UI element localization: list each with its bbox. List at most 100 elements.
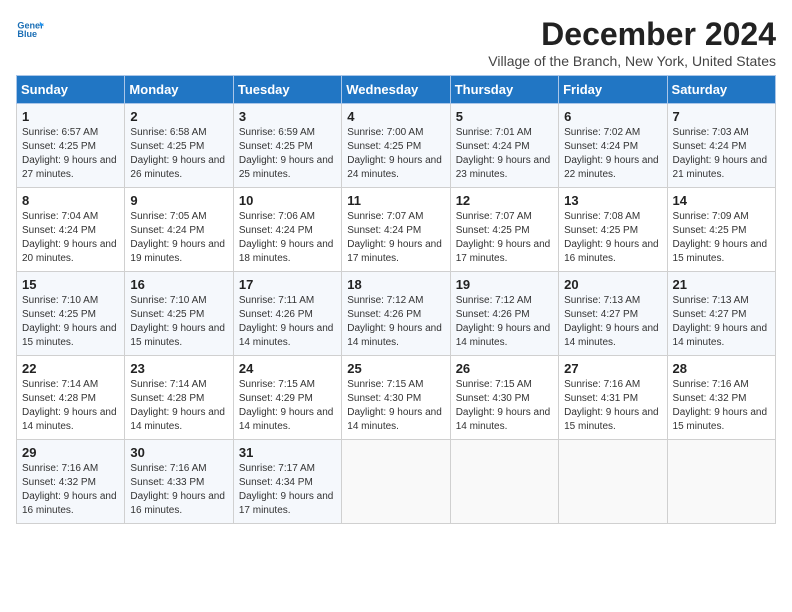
day-number: 28 — [673, 361, 770, 376]
day-number: 17 — [239, 277, 336, 292]
calendar-cell: 19Sunrise: 7:12 AM Sunset: 4:26 PM Dayli… — [450, 272, 558, 356]
weekday-header: Saturday — [667, 76, 775, 104]
day-number: 27 — [564, 361, 661, 376]
day-info: Sunrise: 7:10 AM Sunset: 4:25 PM Dayligh… — [22, 294, 119, 350]
weekday-header: Tuesday — [233, 76, 341, 104]
calendar-cell: 5 Sunrise: 7:01 AM Sunset: 4:24 PM Daylig… — [450, 104, 558, 188]
day-number: 12 — [456, 193, 553, 208]
day-info: Sunrise: 7:11 AM Sunset: 4:26 PM Dayligh… — [239, 294, 336, 350]
day-number: 5 — [456, 109, 553, 124]
calendar-cell — [667, 440, 775, 524]
day-number: 13 — [564, 193, 661, 208]
month-title: December 2024 — [488, 16, 776, 53]
calendar-cell: 12 Sunrise: 7:07 AM Sunset: 4:25 PM Dayli… — [450, 188, 558, 272]
calendar-week-row: 22 Sunrise: 7:14 AM Sunset: 4:28 PM Dayli… — [17, 356, 776, 440]
calendar-cell: 22 Sunrise: 7:14 AM Sunset: 4:28 PM Dayli… — [17, 356, 125, 440]
calendar-cell: 9 Sunrise: 7:05 AM Sunset: 4:24 PM Daylig… — [125, 188, 233, 272]
calendar-cell: 25 Sunrise: 7:15 AM Sunset: 4:30 PM Dayli… — [342, 356, 450, 440]
day-number: 20 — [564, 277, 661, 292]
day-number: 18 — [347, 277, 444, 292]
weekday-header: Monday — [125, 76, 233, 104]
day-info: Sunrise: 7:16 AM Sunset: 4:31 PM Dayligh… — [564, 378, 661, 434]
day-info: Sunrise: 7:08 AM Sunset: 4:25 PM Dayligh… — [564, 210, 661, 266]
calendar-week-row: 1 Sunrise: 6:57 AM Sunset: 4:25 PM Daylig… — [17, 104, 776, 188]
header: General Blue December 2024 Village of th… — [16, 16, 776, 69]
day-info: Sunrise: 7:13 AM Sunset: 4:27 PM Dayligh… — [564, 294, 661, 350]
day-number: 14 — [673, 193, 770, 208]
title-area: December 2024 Village of the Branch, New… — [488, 16, 776, 69]
logo: General Blue — [16, 16, 44, 44]
calendar-week-row: 29Sunrise: 7:16 AM Sunset: 4:32 PM Dayli… — [17, 440, 776, 524]
calendar-cell: 31 Sunrise: 7:17 AM Sunset: 4:34 PM Dayli… — [233, 440, 341, 524]
calendar-cell: 27 Sunrise: 7:16 AM Sunset: 4:31 PM Dayli… — [559, 356, 667, 440]
day-info: Sunrise: 7:15 AM Sunset: 4:30 PM Dayligh… — [456, 378, 553, 434]
day-number: 30 — [130, 445, 227, 460]
day-number: 25 — [347, 361, 444, 376]
day-number: 26 — [456, 361, 553, 376]
day-info: Sunrise: 7:10 AM Sunset: 4:25 PM Dayligh… — [130, 294, 227, 350]
calendar-cell — [559, 440, 667, 524]
day-info: Sunrise: 7:15 AM Sunset: 4:29 PM Dayligh… — [239, 378, 336, 434]
calendar-week-row: 15Sunrise: 7:10 AM Sunset: 4:25 PM Dayli… — [17, 272, 776, 356]
day-info: Sunrise: 6:59 AM Sunset: 4:25 PM Dayligh… — [239, 126, 336, 182]
weekday-header: Thursday — [450, 76, 558, 104]
calendar-cell: 6Sunrise: 7:02 AM Sunset: 4:24 PM Daylig… — [559, 104, 667, 188]
calendar-cell: 23Sunrise: 7:14 AM Sunset: 4:28 PM Dayli… — [125, 356, 233, 440]
day-number: 16 — [130, 277, 227, 292]
day-info: Sunrise: 7:07 AM Sunset: 4:24 PM Dayligh… — [347, 210, 444, 266]
day-number: 24 — [239, 361, 336, 376]
weekday-header: Sunday — [17, 76, 125, 104]
day-info: Sunrise: 7:16 AM Sunset: 4:32 PM Dayligh… — [673, 378, 770, 434]
subtitle: Village of the Branch, New York, United … — [488, 53, 776, 69]
day-number: 11 — [347, 193, 444, 208]
day-number: 3 — [239, 109, 336, 124]
calendar-cell: 8Sunrise: 7:04 AM Sunset: 4:24 PM Daylig… — [17, 188, 125, 272]
calendar-header-row: SundayMondayTuesdayWednesdayThursdayFrid… — [17, 76, 776, 104]
calendar-cell: 3 Sunrise: 6:59 AM Sunset: 4:25 PM Daylig… — [233, 104, 341, 188]
calendar-cell: 24 Sunrise: 7:15 AM Sunset: 4:29 PM Dayli… — [233, 356, 341, 440]
day-info: Sunrise: 7:15 AM Sunset: 4:30 PM Dayligh… — [347, 378, 444, 434]
day-number: 31 — [239, 445, 336, 460]
svg-text:Blue: Blue — [17, 29, 37, 39]
day-info: Sunrise: 7:05 AM Sunset: 4:24 PM Dayligh… — [130, 210, 227, 266]
day-number: 4 — [347, 109, 444, 124]
day-number: 6 — [564, 109, 661, 124]
logo-icon: General Blue — [16, 16, 44, 44]
day-number: 9 — [130, 193, 227, 208]
day-info: Sunrise: 7:17 AM Sunset: 4:34 PM Dayligh… — [239, 462, 336, 518]
calendar-cell: 17 Sunrise: 7:11 AM Sunset: 4:26 PM Dayli… — [233, 272, 341, 356]
calendar-cell: 18 Sunrise: 7:12 AM Sunset: 4:26 PM Dayli… — [342, 272, 450, 356]
day-info: Sunrise: 7:14 AM Sunset: 4:28 PM Dayligh… — [130, 378, 227, 434]
calendar-cell: 10Sunrise: 7:06 AM Sunset: 4:24 PM Dayli… — [233, 188, 341, 272]
weekday-header: Friday — [559, 76, 667, 104]
calendar-cell: 14Sunrise: 7:09 AM Sunset: 4:25 PM Dayli… — [667, 188, 775, 272]
calendar-table: SundayMondayTuesdayWednesdayThursdayFrid… — [16, 75, 776, 524]
day-number: 7 — [673, 109, 770, 124]
calendar-cell: 28 Sunrise: 7:16 AM Sunset: 4:32 PM Dayli… — [667, 356, 775, 440]
day-info: Sunrise: 7:01 AM Sunset: 4:24 PM Dayligh… — [456, 126, 553, 182]
calendar-cell: 1 Sunrise: 6:57 AM Sunset: 4:25 PM Daylig… — [17, 104, 125, 188]
day-number: 10 — [239, 193, 336, 208]
calendar-cell: 21Sunrise: 7:13 AM Sunset: 4:27 PM Dayli… — [667, 272, 775, 356]
day-info: Sunrise: 7:07 AM Sunset: 4:25 PM Dayligh… — [456, 210, 553, 266]
calendar-cell: 20 Sunrise: 7:13 AM Sunset: 4:27 PM Dayli… — [559, 272, 667, 356]
day-number: 29 — [22, 445, 119, 460]
day-info: Sunrise: 6:57 AM Sunset: 4:25 PM Dayligh… — [22, 126, 119, 182]
calendar-week-row: 8Sunrise: 7:04 AM Sunset: 4:24 PM Daylig… — [17, 188, 776, 272]
day-number: 19 — [456, 277, 553, 292]
day-info: Sunrise: 7:12 AM Sunset: 4:26 PM Dayligh… — [347, 294, 444, 350]
day-number: 1 — [22, 109, 119, 124]
day-number: 22 — [22, 361, 119, 376]
day-info: Sunrise: 6:58 AM Sunset: 4:25 PM Dayligh… — [130, 126, 227, 182]
day-info: Sunrise: 7:03 AM Sunset: 4:24 PM Dayligh… — [673, 126, 770, 182]
calendar-cell: 2Sunrise: 6:58 AM Sunset: 4:25 PM Daylig… — [125, 104, 233, 188]
calendar-cell: 30Sunrise: 7:16 AM Sunset: 4:33 PM Dayli… — [125, 440, 233, 524]
calendar-cell — [450, 440, 558, 524]
calendar-cell: 11 Sunrise: 7:07 AM Sunset: 4:24 PM Dayli… — [342, 188, 450, 272]
day-number: 8 — [22, 193, 119, 208]
calendar-cell — [342, 440, 450, 524]
weekday-header: Wednesday — [342, 76, 450, 104]
day-info: Sunrise: 7:00 AM Sunset: 4:25 PM Dayligh… — [347, 126, 444, 182]
day-number: 21 — [673, 277, 770, 292]
day-info: Sunrise: 7:14 AM Sunset: 4:28 PM Dayligh… — [22, 378, 119, 434]
